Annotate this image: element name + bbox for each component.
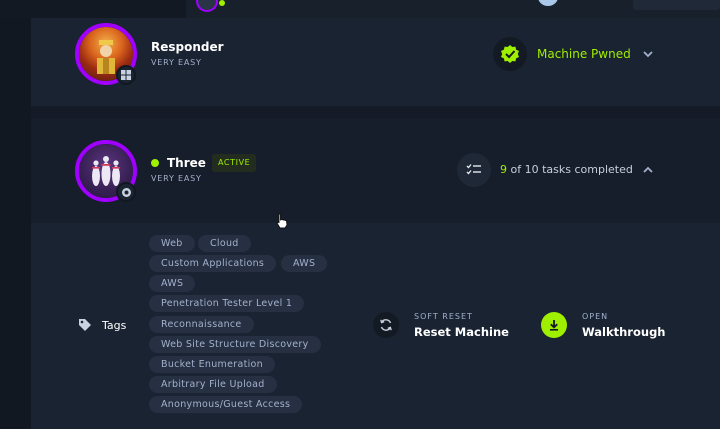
top-action-button[interactable] (633, 0, 720, 10)
machine-card-responder[interactable]: Responder VERY EASY Machine Pwned (31, 18, 720, 106)
tasks-completed-count: 9 (500, 163, 507, 176)
refresh-icon[interactable] (373, 312, 399, 338)
checklist-icon (457, 153, 491, 187)
chevron-up-icon[interactable] (640, 162, 656, 178)
tags-label: Tags (102, 318, 127, 332)
tag-chip[interactable]: Web Site Structure Discovery (149, 336, 321, 353)
chevron-down-icon[interactable] (640, 46, 656, 62)
top-bar (0, 0, 720, 18)
tag-chip[interactable]: Cloud (198, 235, 251, 252)
tag-chip[interactable]: Reconnaissance (149, 316, 254, 333)
machine-name[interactable]: Three (167, 156, 206, 170)
machine-status: Machine Pwned (537, 47, 631, 61)
tags-heading: Tags (78, 318, 126, 332)
tasks-progress-text: of 10 tasks completed (510, 163, 633, 176)
tag-chip[interactable]: AWS (149, 275, 196, 292)
tag-chip[interactable]: Web (149, 235, 195, 252)
tag-chip[interactable]: Bucket Enumeration (149, 356, 275, 373)
online-dot (219, 0, 225, 6)
machine-difficulty: VERY EASY (151, 58, 202, 67)
windows-icon (116, 65, 136, 85)
active-badge: ACTIVE (212, 154, 257, 172)
linux-icon (116, 182, 136, 202)
hand-cursor-icon (276, 213, 288, 229)
tag-chip[interactable]: Arbitrary File Upload (149, 376, 277, 393)
tag-chip[interactable]: AWS (281, 255, 328, 272)
tag-chip[interactable]: Anonymous/Guest Access (149, 396, 303, 413)
check-badge-icon (493, 37, 527, 71)
sidebar-edge (0, 18, 31, 429)
tag-icon (79, 319, 91, 331)
download-icon[interactable] (541, 312, 567, 338)
machine-details-panel: Tags Web Cloud Custom Applications AWS A… (31, 223, 720, 429)
machine-name[interactable]: Responder (151, 40, 224, 54)
soft-reset-label: SOFT RESET (414, 312, 473, 321)
machine-card-three[interactable]: Three ACTIVE VERY EASY 9 of 10 tasks com… (31, 118, 720, 223)
open-label: OPEN (582, 312, 609, 321)
tag-chip[interactable]: Custom Applications (149, 255, 277, 272)
reset-machine-button[interactable]: Reset Machine (414, 325, 509, 339)
tag-chip[interactable]: Penetration Tester Level 1 (149, 295, 305, 312)
walkthrough-button[interactable]: Walkthrough (582, 325, 666, 339)
active-dot (151, 159, 159, 167)
machine-difficulty: VERY EASY (151, 174, 202, 183)
tasks-progress: 9 of 10 tasks completed (500, 163, 633, 176)
